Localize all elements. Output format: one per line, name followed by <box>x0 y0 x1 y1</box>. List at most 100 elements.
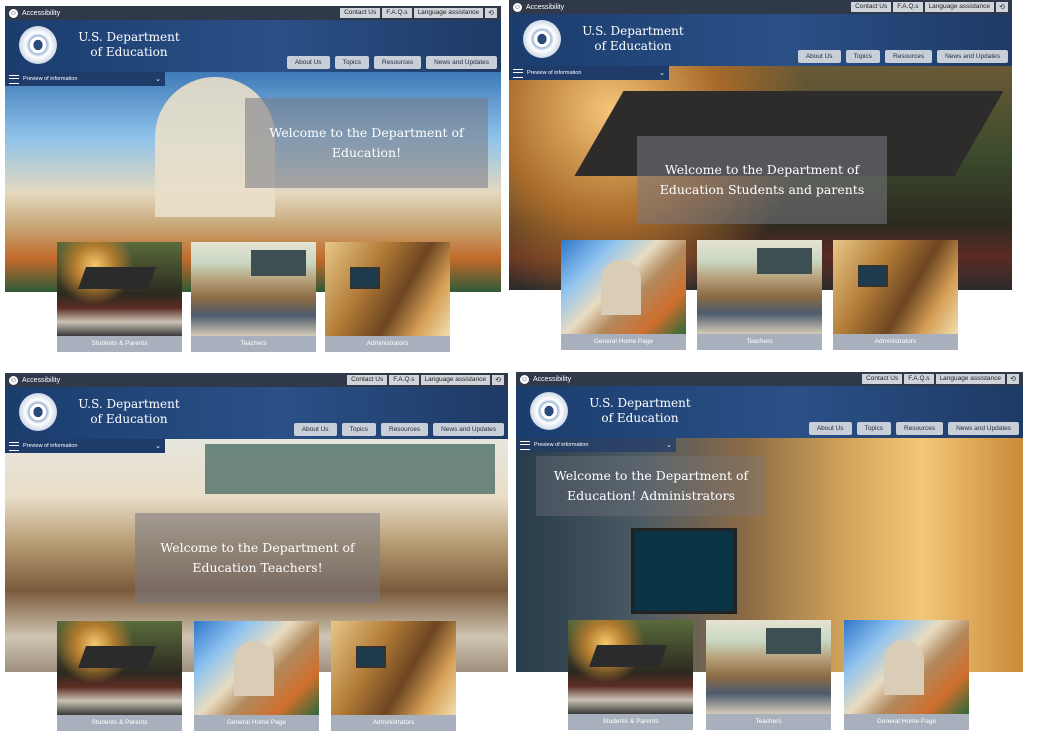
card-label: Administrators <box>331 715 456 731</box>
preview-dropdown[interactable]: Preview of information ⌄ <box>5 72 165 86</box>
accessibility-label: Accessibility <box>526 3 565 11</box>
language-icon[interactable]: ⟲ <box>492 375 504 385</box>
card-label: General Home Page <box>844 714 969 730</box>
card-image <box>697 240 822 334</box>
accessibility-link[interactable]: ☺ Accessibility <box>520 374 571 384</box>
card-teachers[interactable]: Teachers <box>191 242 316 352</box>
card-label: Students & Parents <box>568 714 693 730</box>
nav-resources[interactable]: Resources <box>896 422 944 435</box>
chevron-down-icon: ⌄ <box>659 70 665 77</box>
card-administrators[interactable]: Administrators <box>331 621 456 731</box>
faqs-link[interactable]: F.A.Q.s <box>904 374 934 384</box>
nav-news-updates[interactable]: News and Updates <box>433 423 504 436</box>
site-title[interactable]: U.S. Department of Education <box>73 397 185 427</box>
accessibility-icon: ☺ <box>520 374 529 384</box>
card-general-home-page[interactable]: General Home Page <box>561 240 686 350</box>
language-assistance-link[interactable]: Language assistance <box>935 374 1005 384</box>
card-students-parents[interactable]: Students & Parents <box>568 620 693 730</box>
accessibility-icon: ☺ <box>9 8 18 18</box>
page-administrators: ☺ Accessibility Contact Us F.A.Q.s Langua… <box>516 372 1023 738</box>
card-label: Administrators <box>325 336 450 352</box>
main-nav: About Us Topics Resources News and Updat… <box>293 423 504 436</box>
card-teachers[interactable]: Teachers <box>697 240 822 350</box>
department-seal-logo[interactable] <box>523 20 561 58</box>
department-seal-logo[interactable] <box>530 392 568 430</box>
menu-icon <box>9 441 19 451</box>
card-teachers[interactable]: Teachers <box>706 620 831 730</box>
faqs-link[interactable]: F.A.Q.s <box>389 375 419 385</box>
language-assistance-link[interactable]: Language assistance <box>420 375 490 385</box>
accessibility-link[interactable]: ☺ Accessibility <box>9 8 61 18</box>
nav-news-updates[interactable]: News and Updates <box>937 50 1008 63</box>
accessibility-label: Accessibility <box>22 9 61 17</box>
main-nav: About Us Topics Resources News and Updat… <box>797 50 1008 63</box>
nav-topics[interactable]: Topics <box>334 56 369 69</box>
card-administrators[interactable]: Administrators <box>833 240 958 350</box>
card-students-parents[interactable]: Students & Parents <box>57 242 182 352</box>
contact-us-link[interactable]: Contact Us <box>347 375 388 385</box>
nav-topics[interactable]: Topics <box>856 422 891 435</box>
nav-about-us[interactable]: About Us <box>808 422 852 435</box>
card-image <box>194 621 319 715</box>
nav-resources[interactable]: Resources <box>381 423 429 436</box>
site-header: U.S. Department of Education About Us To… <box>516 386 1023 438</box>
faqs-link[interactable]: F.A.Q.s <box>893 2 923 12</box>
card-image <box>191 242 316 336</box>
welcome-banner: Welcome to the Department of Education! <box>245 98 488 188</box>
card-general-home-page[interactable]: General Home Page <box>194 621 319 731</box>
main-nav: About Us Topics Resources News and Updat… <box>808 422 1019 435</box>
contact-us-link[interactable]: Contact Us <box>862 374 903 384</box>
site-title[interactable]: U.S. Department of Education <box>577 24 689 54</box>
page-teachers: ☺ Accessibility Contact Us F.A.Q.s Langua… <box>5 373 508 738</box>
card-general-home-page[interactable]: General Home Page <box>844 620 969 730</box>
accessibility-link[interactable]: ☺ Accessibility <box>9 375 61 385</box>
page-home: ☺ Accessibility Contact Us F.A.Q.s Langua… <box>5 6 501 352</box>
card-label: Teachers <box>697 334 822 350</box>
language-icon[interactable]: ⟲ <box>1007 374 1019 384</box>
accessibility-label: Accessibility <box>22 376 61 384</box>
nav-resources[interactable]: Resources <box>885 50 933 63</box>
preview-dropdown[interactable]: Preview of information ⌄ <box>5 439 165 453</box>
chevron-down-icon: ⌄ <box>155 443 161 450</box>
card-image <box>57 242 182 336</box>
welcome-banner: Welcome to the Department of Education S… <box>637 136 887 224</box>
card-label: General Home Page <box>194 715 319 731</box>
site-title[interactable]: U.S. Department of Education <box>584 396 696 426</box>
accessibility-icon: ☺ <box>9 375 18 385</box>
nav-about-us[interactable]: About Us <box>286 56 330 69</box>
department-seal-logo[interactable] <box>19 393 57 431</box>
card-label: Administrators <box>833 334 958 350</box>
main-nav: About Us Topics Resources News and Updat… <box>286 56 497 69</box>
preview-dropdown[interactable]: Preview of information ⌄ <box>509 66 669 80</box>
language-icon[interactable]: ⟲ <box>996 2 1008 12</box>
department-seal-logo[interactable] <box>19 26 57 64</box>
card-label: Teachers <box>191 336 316 352</box>
faqs-link[interactable]: F.A.Q.s <box>382 8 412 18</box>
card-image <box>844 620 969 714</box>
accessibility-link[interactable]: ☺ Accessibility <box>513 2 565 12</box>
accessibility-icon: ☺ <box>513 2 522 12</box>
utility-bar: ☺ Accessibility Contact Us F.A.Q.s Langua… <box>5 6 501 20</box>
site-header: U.S. Department of Education About Us To… <box>5 20 501 72</box>
nav-resources[interactable]: Resources <box>374 56 422 69</box>
nav-topics[interactable]: Topics <box>341 423 376 436</box>
chevron-down-icon: ⌄ <box>666 442 672 449</box>
menu-icon <box>513 68 523 78</box>
nav-topics[interactable]: Topics <box>845 50 880 63</box>
nav-news-updates[interactable]: News and Updates <box>426 56 497 69</box>
preview-dropdown[interactable]: Preview of information ⌄ <box>516 438 676 452</box>
contact-us-link[interactable]: Contact Us <box>340 8 381 18</box>
nav-about-us[interactable]: About Us <box>797 50 841 63</box>
site-title[interactable]: U.S. Department of Education <box>73 30 185 60</box>
menu-icon <box>9 74 19 84</box>
card-image <box>833 240 958 334</box>
nav-about-us[interactable]: About Us <box>293 423 337 436</box>
card-administrators[interactable]: Administrators <box>325 242 450 352</box>
language-assistance-link[interactable]: Language assistance <box>413 8 483 18</box>
language-icon[interactable]: ⟲ <box>485 8 497 18</box>
card-label: Students & Parents <box>57 715 182 731</box>
card-students-parents[interactable]: Students & Parents <box>57 621 182 731</box>
nav-news-updates[interactable]: News and Updates <box>948 422 1019 435</box>
language-assistance-link[interactable]: Language assistance <box>924 2 994 12</box>
contact-us-link[interactable]: Contact Us <box>851 2 892 12</box>
